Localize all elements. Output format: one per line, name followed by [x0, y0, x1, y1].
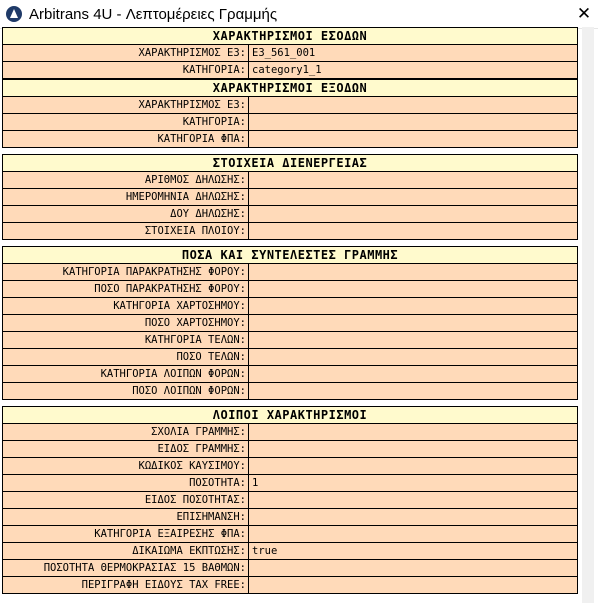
table-row: ΗΜΕΡΟΜΗΝΙΑ ΔΗΛΩΣΗΣ:: [2, 189, 578, 206]
field-label: ΠΟΣΟ ΧΑΡΤΟΣΗΜΟΥ:: [3, 315, 249, 331]
field-value[interactable]: 1: [249, 475, 577, 491]
section-header-shipment: ΣΤΟΙΧΕΙΑ ΔΙΕΝΕΡΓΕΙΑΣ: [2, 154, 578, 171]
field-label: ΧΑΡΑΚΤΗΡΙΣΜΟΣ Ε3:: [3, 97, 249, 113]
table-row: ΧΑΡΑΚΤΗΡΙΣΜΟΣ Ε3: E3_561_001: [2, 44, 578, 62]
field-value[interactable]: [249, 172, 577, 188]
section-header-amounts: ΠΟΣΑ ΚΑΙ ΣΥΝΤΕΛΕΣΤΕΣ ΓΡΑΜΜΗΣ: [2, 246, 578, 263]
field-value[interactable]: [249, 492, 577, 508]
vertical-scrollbar[interactable]: [582, 27, 594, 603]
field-value[interactable]: true: [249, 543, 577, 559]
field-value[interactable]: [249, 131, 577, 147]
field-value[interactable]: [249, 441, 577, 457]
field-label: ΔΙΚΑΙΩΜΑ ΕΚΠΤΩΣΗΣ:: [3, 543, 249, 559]
field-label: ΚΑΤΗΓΟΡΙΑ:: [3, 114, 249, 130]
details-grid: ΧΑΡΑΚΤΗΡΙΣΜΟΙ ΕΣΟΔΩΝ ΧΑΡΑΚΤΗΡΙΣΜΟΣ Ε3: E…: [2, 27, 578, 594]
field-value[interactable]: [249, 424, 577, 440]
field-value[interactable]: [249, 526, 577, 542]
field-value[interactable]: E3_561_001: [249, 45, 577, 61]
field-label: ΚΑΤΗΓΟΡΙΑ ΠΑΡΑΚΡΑΤΗΣΗΣ ΦΟΡΟΥ:: [3, 264, 249, 280]
table-row: ΚΑΤΗΓΟΡΙΑ:: [2, 114, 578, 131]
field-label: ΠΟΣΟ ΛΟΙΠΩΝ ΦΟΡΩΝ:: [3, 383, 249, 399]
field-label: ΑΡΙΘΜΟΣ ΔΗΛΩΣΗΣ:: [3, 172, 249, 188]
table-row: ΚΑΤΗΓΟΡΙΑ ΦΠΑ:: [2, 131, 578, 148]
table-row: ΧΑΡΑΚΤΗΡΙΣΜΟΣ Ε3:: [2, 96, 578, 114]
field-value[interactable]: [249, 383, 577, 399]
table-row: ΕΠΙΣΗΜΑΝΣΗ:: [2, 509, 578, 526]
table-row: ΠΟΣΟ ΤΕΛΩΝ:: [2, 349, 578, 366]
field-label: ΣΧΟΛΙΑ ΓΡΑΜΜΗΣ:: [3, 424, 249, 440]
table-row: ΣΤΟΙΧΕΙΑ ΠΛΟΙΟΥ:: [2, 223, 578, 240]
table-row: ΚΑΤΗΓΟΡΙΑ ΕΞΑΙΡΕΣΗΣ ΦΠΑ:: [2, 526, 578, 543]
field-label: ΕΠΙΣΗΜΑΝΣΗ:: [3, 509, 249, 525]
section-header-other: ΛΟΙΠΟΙ ΧΑΡΑΚΤΗΡΙΣΜΟΙ: [2, 406, 578, 423]
table-row: ΚΑΤΗΓΟΡΙΑ ΤΕΛΩΝ:: [2, 332, 578, 349]
field-label: ΠΟΣΟ ΤΕΛΩΝ:: [3, 349, 249, 365]
field-label: ΚΑΤΗΓΟΡΙΑ ΛΟΙΠΩΝ ΦΟΡΩΝ:: [3, 366, 249, 382]
table-row: ΣΧΟΛΙΑ ΓΡΑΜΜΗΣ:: [2, 423, 578, 441]
field-value[interactable]: [249, 366, 577, 382]
field-label: ΚΑΤΗΓΟΡΙΑ ΕΞΑΙΡΕΣΗΣ ΦΠΑ:: [3, 526, 249, 542]
field-value[interactable]: [249, 281, 577, 297]
window-title: Arbitrans 4U - Λεπτομέρειες Γραμμής: [29, 5, 278, 23]
field-value[interactable]: [249, 206, 577, 222]
table-row: ΕΙΔΟΣ ΓΡΑΜΜΗΣ:: [2, 441, 578, 458]
table-row: ΑΡΙΘΜΟΣ ΔΗΛΩΣΗΣ:: [2, 171, 578, 189]
table-row: ΠΟΣΟΤΗΤΑ ΘΕΡΜΟΚΡΑΣΙΑΣ 15 ΒΑΘΜΩΝ:: [2, 560, 578, 577]
field-label: ΗΜΕΡΟΜΗΝΙΑ ΔΗΛΩΣΗΣ:: [3, 189, 249, 205]
field-value[interactable]: [249, 509, 577, 525]
table-row: ΔΟΥ ΔΗΛΩΣΗΣ:: [2, 206, 578, 223]
table-row: ΚΑΤΗΓΟΡΙΑ ΧΑΡΤΟΣΗΜΟΥ:: [2, 298, 578, 315]
title-bar: Arbitrans 4U - Λεπτομέρειες Γραμμής ✕: [0, 0, 598, 29]
table-row: ΠΟΣΟ ΠΑΡΑΚΡΑΤΗΣΗΣ ΦΟΡΟΥ:: [2, 281, 578, 298]
field-label: ΔΟΥ ΔΗΛΩΣΗΣ:: [3, 206, 249, 222]
app-logo-icon: [6, 6, 22, 22]
close-icon[interactable]: ✕: [570, 0, 598, 28]
field-value[interactable]: [249, 560, 577, 576]
field-label: ΚΑΤΗΓΟΡΙΑ:: [3, 62, 249, 78]
section-header-incomes: ΧΑΡΑΚΤΗΡΙΣΜΟΙ ΕΣΟΔΩΝ: [2, 27, 578, 44]
section-header-expenses: ΧΑΡΑΚΤΗΡΙΣΜΟΙ ΕΞΟΔΩΝ: [2, 79, 578, 96]
field-label: ΚΑΤΗΓΟΡΙΑ ΤΕΛΩΝ:: [3, 332, 249, 348]
field-value[interactable]: category1_1: [249, 62, 577, 78]
field-label: ΚΑΤΗΓΟΡΙΑ ΧΑΡΤΟΣΗΜΟΥ:: [3, 298, 249, 314]
field-value[interactable]: [249, 97, 577, 113]
table-row: ΠΟΣΟΤΗΤΑ: 1: [2, 475, 578, 492]
field-value[interactable]: [249, 577, 577, 593]
field-label: ΚΩΔΙΚΟΣ ΚΑΥΣΙΜΟΥ:: [3, 458, 249, 474]
field-value[interactable]: [249, 264, 577, 280]
field-label: ΠΟΣΟΤΗΤΑ:: [3, 475, 249, 491]
table-row: ΠΟΣΟ ΧΑΡΤΟΣΗΜΟΥ:: [2, 315, 578, 332]
field-value[interactable]: [249, 458, 577, 474]
table-row: ΠΕΡΙΓΡΑΦΗ ΕΙΔΟΥΣ TAX FREE:: [2, 577, 578, 594]
table-row: ΕΙΔΟΣ ΠΟΣΟΤΗΤΑΣ:: [2, 492, 578, 509]
field-label: ΣΤΟΙΧΕΙΑ ΠΛΟΙΟΥ:: [3, 223, 249, 239]
field-value[interactable]: [249, 349, 577, 365]
table-row: ΚΑΤΗΓΟΡΙΑ ΛΟΙΠΩΝ ΦΟΡΩΝ:: [2, 366, 578, 383]
field-value[interactable]: [249, 223, 577, 239]
field-value[interactable]: [249, 332, 577, 348]
field-value[interactable]: [249, 298, 577, 314]
field-label: ΚΑΤΗΓΟΡΙΑ ΦΠΑ:: [3, 131, 249, 147]
field-label: ΠΕΡΙΓΡΑΦΗ ΕΙΔΟΥΣ TAX FREE:: [3, 577, 249, 593]
field-label: ΠΟΣΟΤΗΤΑ ΘΕΡΜΟΚΡΑΣΙΑΣ 15 ΒΑΘΜΩΝ:: [3, 560, 249, 576]
table-row: ΠΟΣΟ ΛΟΙΠΩΝ ΦΟΡΩΝ:: [2, 383, 578, 400]
table-row: ΔΙΚΑΙΩΜΑ ΕΚΠΤΩΣΗΣ: true: [2, 543, 578, 560]
field-label: ΠΟΣΟ ΠΑΡΑΚΡΑΤΗΣΗΣ ΦΟΡΟΥ:: [3, 281, 249, 297]
field-value[interactable]: [249, 189, 577, 205]
table-row: ΚΩΔΙΚΟΣ ΚΑΥΣΙΜΟΥ:: [2, 458, 578, 475]
field-value[interactable]: [249, 114, 577, 130]
field-label: ΕΙΔΟΣ ΓΡΑΜΜΗΣ:: [3, 441, 249, 457]
field-value[interactable]: [249, 315, 577, 331]
table-row: ΚΑΤΗΓΟΡΙΑ: category1_1: [2, 62, 578, 79]
field-label: ΕΙΔΟΣ ΠΟΣΟΤΗΤΑΣ:: [3, 492, 249, 508]
table-row: ΚΑΤΗΓΟΡΙΑ ΠΑΡΑΚΡΑΤΗΣΗΣ ΦΟΡΟΥ:: [2, 263, 578, 281]
field-label: ΧΑΡΑΚΤΗΡΙΣΜΟΣ Ε3:: [3, 45, 249, 61]
